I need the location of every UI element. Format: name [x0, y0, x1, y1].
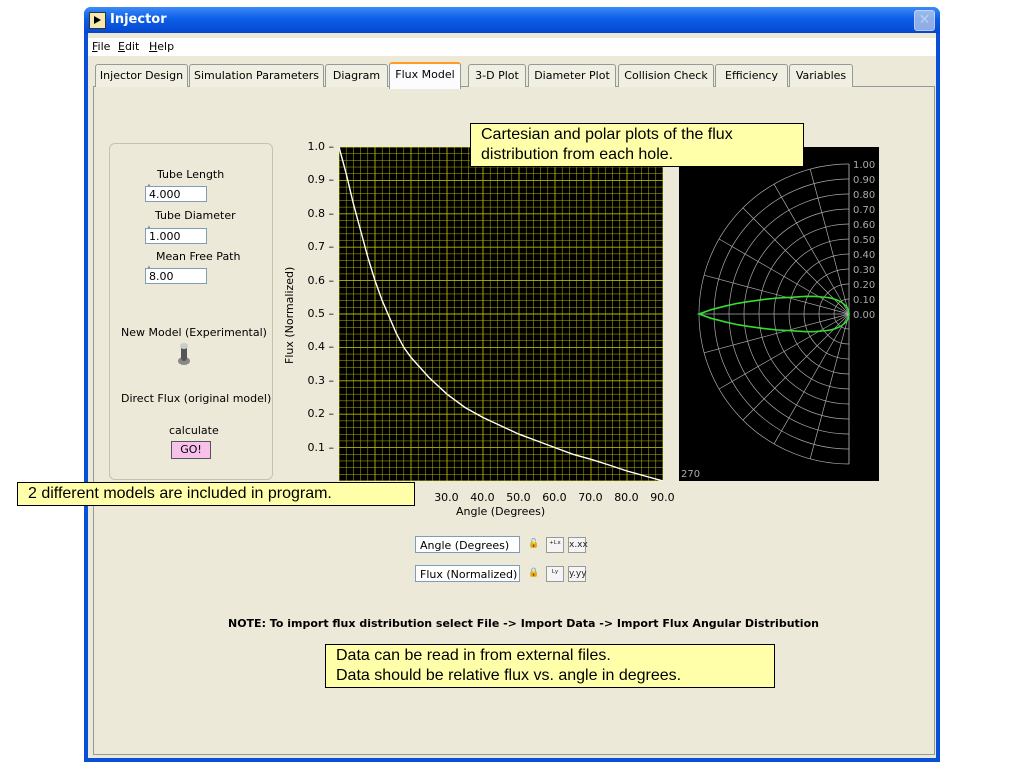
- tab-efficiency[interactable]: Efficiency: [715, 64, 788, 87]
- direct-flux-label: Direct Flux (original model): [121, 392, 272, 405]
- x-scale-name: Angle (Degrees): [415, 536, 520, 553]
- x-tick-label: 80.0: [614, 491, 639, 504]
- y-tick-label: 0.3 –: [307, 373, 335, 387]
- callout-plots-line-1: Cartesian and polar plots of the flux: [481, 126, 733, 143]
- new-model-label: New Model (Experimental): [121, 326, 267, 339]
- polar-ring-label: 0.00: [853, 310, 875, 321]
- callout-plots: Cartesian and polar plots of the flux di…: [470, 123, 804, 167]
- callout-data-line-2: Data should be relative flux vs. angle i…: [336, 667, 682, 684]
- menu-help[interactable]: Help: [149, 40, 174, 53]
- polar-spoke: [809, 169, 850, 315]
- x-tick-label: 40.0: [470, 491, 495, 504]
- tab-diameter-plot[interactable]: Diameter Plot: [528, 64, 616, 87]
- x-tick-label: 50.0: [506, 491, 531, 504]
- polar-spoke: [809, 313, 850, 459]
- menu-edit[interactable]: Edit: [118, 40, 139, 53]
- x-scale-lock-icon[interactable]: 🔓: [526, 537, 542, 551]
- polar-ring-label: 0.90: [853, 175, 875, 186]
- x-tick-label: 60.0: [542, 491, 567, 504]
- tube-diameter-input[interactable]: 1.000: [145, 228, 207, 244]
- x-tick-label: 70.0: [578, 491, 603, 504]
- y-tick-label: 1.0 –: [307, 140, 335, 153]
- polar-ring-label: 0.80: [853, 190, 875, 201]
- x-tick-label: 90.0: [650, 491, 675, 504]
- calculate-label: calculate: [169, 424, 219, 437]
- tab-3d-plot[interactable]: 3-D Plot: [468, 64, 526, 87]
- x-format-icon[interactable]: x.xx: [568, 537, 588, 553]
- callout-data: Data can be read in from external files.…: [325, 644, 775, 688]
- polar-ring-label: 0.60: [853, 220, 875, 231]
- polar-spoke: [704, 274, 850, 315]
- y-tick-label: 0.2 –: [307, 407, 335, 421]
- app-icon: [89, 12, 106, 29]
- polar-ring-label: 0.30: [853, 265, 875, 276]
- go-button[interactable]: GO!: [171, 441, 211, 459]
- mean-free-path-label: Mean Free Path: [156, 250, 241, 263]
- title-bar[interactable]: Injector ✕: [84, 7, 940, 33]
- callout-models: 2 different models are included in progr…: [17, 482, 415, 506]
- tube-length-label: Tube Length: [157, 168, 225, 181]
- x-autoscale-icon[interactable]: ⁺ᴸˣ: [546, 537, 564, 553]
- mean-free-path-input[interactable]: 8.00: [145, 268, 207, 284]
- tab-collision-check[interactable]: Collision Check: [618, 64, 714, 87]
- window-title: Injector: [110, 12, 167, 27]
- y-scale-name: Flux (Normalized): [415, 565, 520, 582]
- tab-injector-design[interactable]: Injector Design: [95, 64, 188, 87]
- polar-ring-label: 0.20: [853, 280, 875, 291]
- y-tick-label: 0.6 –: [307, 273, 335, 287]
- polar-spoke: [773, 313, 850, 445]
- polar-ring-label: 0.50: [853, 235, 875, 246]
- y-tick-label: 0.5 –: [307, 307, 335, 320]
- callout-plots-line-2: distribution from each hole.: [481, 146, 674, 163]
- tab-simulation-parameters[interactable]: Simulation Parameters: [189, 64, 324, 87]
- menu-bar: File Edit Help: [88, 38, 936, 56]
- polar-ring-label: 0.40: [853, 250, 875, 261]
- tab-diagram[interactable]: Diagram: [325, 64, 388, 87]
- polar-ring-label: 0.70: [853, 205, 875, 216]
- menu-file[interactable]: File: [92, 40, 110, 53]
- y-scale-lock-icon[interactable]: 🔒: [526, 566, 542, 580]
- model-toggle-switch[interactable]: [177, 342, 191, 366]
- tube-length-input[interactable]: 4.000: [145, 186, 207, 202]
- polar-ring-label: 0.10: [853, 295, 875, 306]
- y-autoscale-icon[interactable]: ᴸʸ: [546, 566, 564, 582]
- tube-diameter-label: Tube Diameter: [155, 209, 236, 222]
- y-tick-label: 0.7 –: [307, 240, 335, 254]
- callout-data-line-1: Data can be read in from external files.: [336, 647, 611, 664]
- y-format-icon[interactable]: y.yy: [568, 566, 587, 582]
- flux-polar-plot[interactable]: 1.00 0.90 0.80 0.70 0.60 0.50 0.40 0.30 0.20 0.10…: [679, 147, 879, 481]
- polar-grid: [698, 163, 850, 465]
- y-tick-label: 0.4 –: [307, 340, 335, 354]
- y-tick-label: 0.1 –: [307, 440, 335, 454]
- y-tick-label: 0.8 –: [307, 206, 335, 220]
- polar-angle-label: 270: [681, 469, 700, 480]
- tab-flux-model[interactable]: Flux Model: [389, 62, 461, 89]
- x-axis-title: Angle (Degrees): [456, 505, 546, 518]
- close-button[interactable]: ✕: [914, 10, 935, 31]
- y-tick-label: 0.9 –: [307, 173, 335, 187]
- polar-ring-label: 1.00: [853, 160, 875, 171]
- polar-spoke: [704, 313, 850, 354]
- flux-cartesian-plot[interactable]: [339, 147, 663, 481]
- polar-spoke: [773, 183, 850, 315]
- tab-variables[interactable]: Variables: [789, 64, 853, 87]
- import-note: NOTE: To import flux distribution select…: [228, 617, 819, 630]
- x-tick-label: 30.0: [434, 491, 459, 504]
